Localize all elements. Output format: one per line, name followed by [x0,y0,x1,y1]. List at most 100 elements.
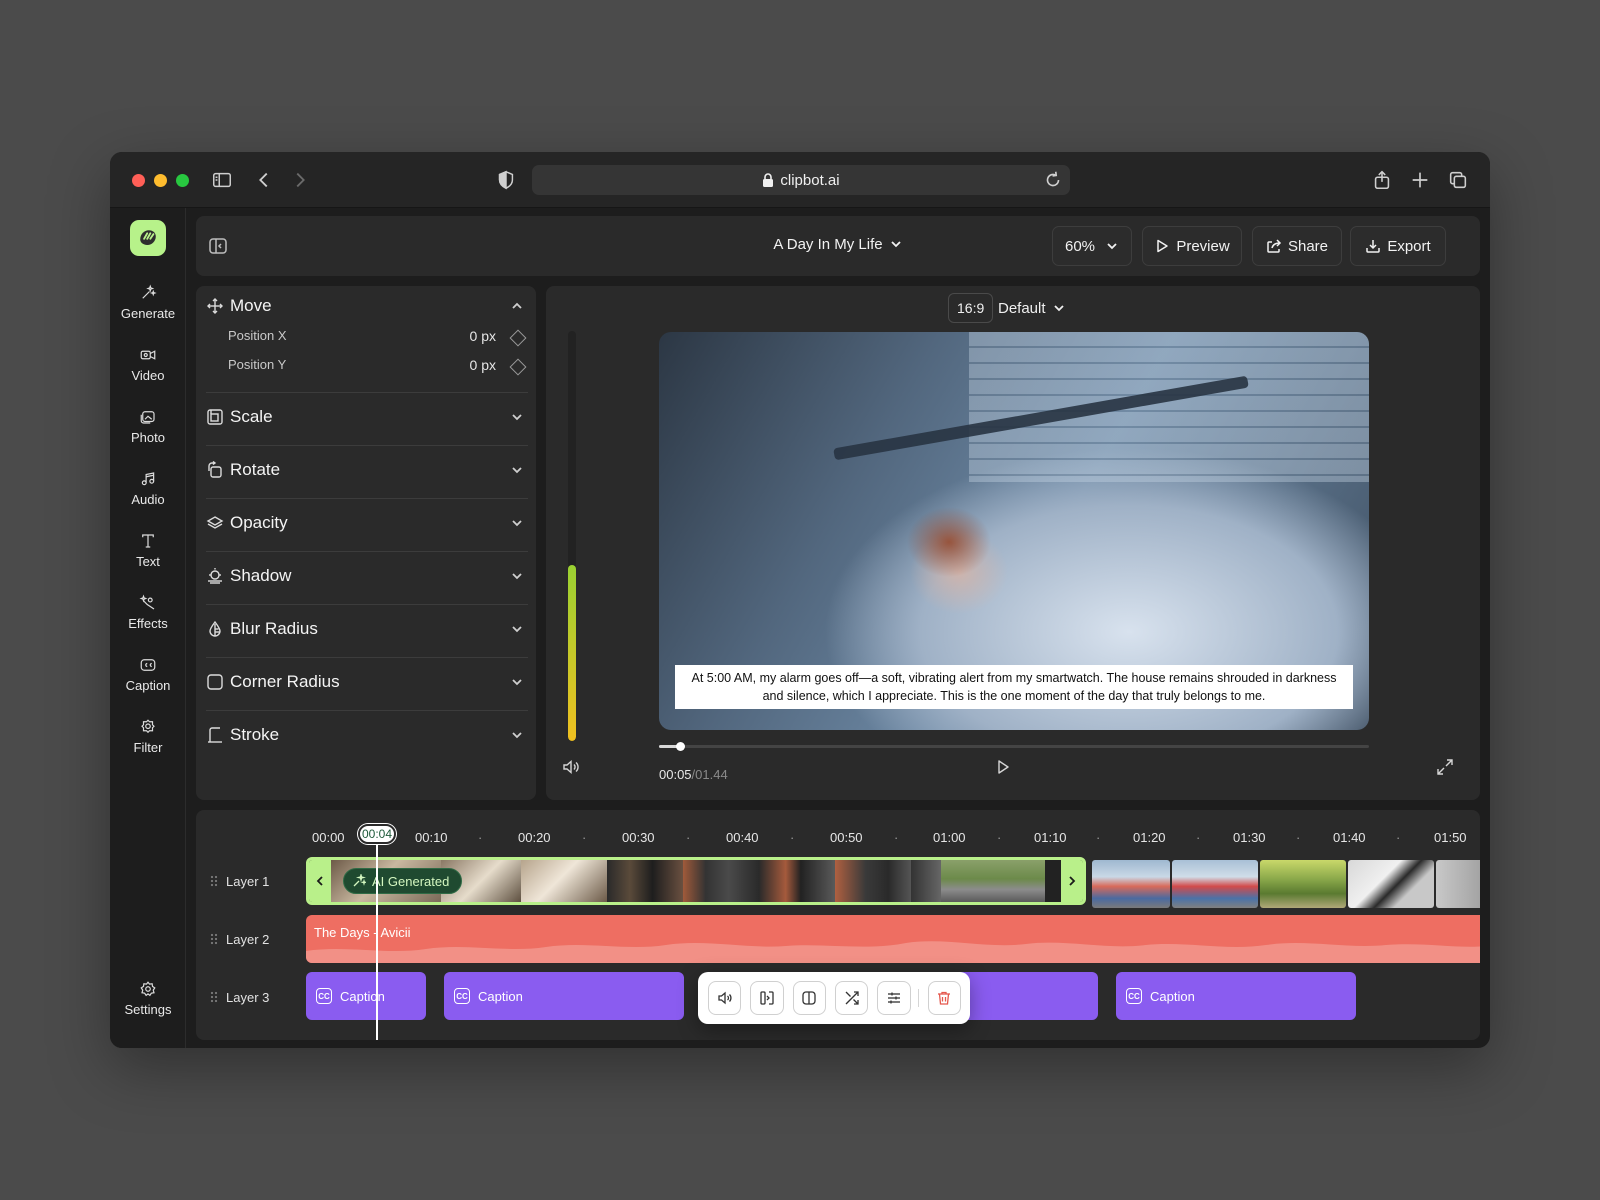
video-canvas[interactable]: At 5:00 AM, my alarm goes off—a soft, vi… [659,332,1369,730]
caption-clip[interactable]: CC Caption [306,972,426,1020]
keyframe-icon[interactable] [509,358,527,376]
section-shadow[interactable]: Shadow [206,561,528,591]
section-stroke[interactable]: Stroke [206,720,528,750]
trim-handle-left[interactable] [309,860,331,902]
video-camera-icon [140,350,156,360]
playhead-line[interactable] [376,844,378,1040]
section-scale[interactable]: Scale [206,402,528,432]
gear-icon [140,981,156,997]
editor-header: A Day In My Life 60% Preview Share Expor… [196,216,1480,276]
address-bar[interactable]: clipbot.ai [532,165,1070,195]
video-scene-shade [969,332,1369,482]
sidebar-item-label: Video [131,368,165,383]
sidebar-toggle-icon[interactable] [208,166,236,194]
ai-generated-badge: AI Generated [343,868,463,894]
tab-overview-icon[interactable] [1444,166,1472,194]
app-sidebar: Generate Video Photo Audio Text Effects … [110,208,186,1048]
caption-clip[interactable]: CC Caption [444,972,684,1020]
layer-label-3[interactable]: Layer 3 [210,990,269,1005]
trim-handle-right[interactable] [1061,860,1083,902]
privacy-shield-icon[interactable] [492,166,520,194]
preset-dropdown[interactable]: Default [998,300,1066,317]
section-opacity[interactable]: Opacity [206,508,528,538]
caption-overlay[interactable]: At 5:00 AM, my alarm goes off—a soft, vi… [675,665,1353,709]
clip-thumbnail [1172,860,1258,908]
drag-handle-icon[interactable] [210,933,218,945]
caption-clip[interactable]: CC Caption [1116,972,1356,1020]
time-tick: 01:40 [1333,830,1366,845]
new-tab-icon[interactable] [1406,166,1434,194]
sidebar-item-caption[interactable]: Caption [110,656,186,708]
sidebar-item-generate[interactable]: Generate [110,284,186,336]
divider [206,392,528,393]
effects-icon [139,594,155,610]
playback-timecode: 00:05/01.44 [659,767,728,782]
drag-handle-icon[interactable] [210,991,218,1003]
section-rotate[interactable]: Rotate [206,455,528,485]
position-x-value[interactable]: 0 px [470,328,496,344]
zoom-window-button[interactable] [176,174,189,187]
clip-crop-button[interactable] [792,981,827,1015]
reload-icon[interactable] [1042,169,1064,191]
forward-icon[interactable] [286,166,314,194]
time-tick: 00:30 [622,830,655,845]
time-tick: 00:00 [312,830,345,845]
position-x-label: Position X [228,328,287,343]
sidebar-item-photo[interactable]: Photo [110,408,186,460]
export-label: Export [1387,237,1431,255]
sidebar-item-filter[interactable]: Filter [110,718,186,770]
layer-label-1[interactable]: Layer 1 [210,874,269,889]
close-window-button[interactable] [132,174,145,187]
time-tick: · [686,830,691,845]
chevron-up-icon[interactable] [510,299,524,313]
time-tick: 00:50 [830,830,863,845]
minimize-window-button[interactable] [154,174,167,187]
layers-icon [206,516,224,529]
clip-shuffle-button[interactable] [835,981,869,1015]
share-page-icon[interactable] [1368,166,1396,194]
keyframe-icon[interactable] [509,329,527,347]
sidebar-item-effects[interactable]: Effects [110,594,186,646]
share-button[interactable]: Share [1252,226,1342,266]
audio-clip[interactable]: The Days - Avicii [306,915,1480,963]
drag-handle-icon[interactable] [210,875,218,887]
sidebar-item-label: Text [136,554,160,569]
clip-thumbnail [1092,860,1170,908]
video-clip[interactable] [1092,860,1480,908]
playhead-handle[interactable]: 00:04 [358,824,396,844]
play-icon[interactable] [994,758,1012,776]
sidebar-item-video[interactable]: Video [110,346,186,398]
playback-scrubber[interactable] [659,742,1369,751]
export-button[interactable]: Export [1350,226,1446,266]
clip-split-button[interactable] [750,981,784,1015]
app-logo[interactable] [130,220,166,256]
shadow-icon [208,568,222,584]
layer-label-2[interactable]: Layer 2 [210,932,269,947]
video-clip-selected[interactable]: AI Generated [306,857,1086,905]
position-x-row: Position X 0 px [228,328,528,350]
section-blur-radius[interactable]: Blur Radius [206,614,528,644]
fullscreen-icon[interactable] [1436,758,1454,776]
clip-adjust-button[interactable] [877,981,911,1015]
preview-button[interactable]: Preview [1142,226,1242,266]
volume-meter[interactable] [568,331,576,741]
section-corner-radius[interactable]: Corner Radius [206,667,528,697]
clip-volume-button[interactable] [708,981,742,1015]
cc-icon: CC [454,988,470,1004]
sidebar-item-settings[interactable]: Settings [110,980,186,1032]
aspect-ratio-badge[interactable]: 16:9 [948,293,994,323]
clip-thumbnail [941,860,1045,902]
speaker-icon[interactable] [562,758,580,776]
layer-name: Layer 3 [226,990,270,1005]
zoom-select[interactable]: 60% [1052,226,1132,266]
clipbot-logo-icon [140,230,156,245]
section-move[interactable]: Move [206,291,528,321]
sidebar-item-audio[interactable]: Audio [110,470,186,522]
scale-icon [207,409,223,425]
sidebar-item-text[interactable]: Text [110,532,186,584]
back-icon[interactable] [250,166,278,194]
position-y-value[interactable]: 0 px [470,357,496,373]
scrubber-handle[interactable] [676,742,686,751]
clip-delete-button[interactable] [927,981,962,1015]
browser-toolbar: clipbot.ai [110,152,1490,208]
